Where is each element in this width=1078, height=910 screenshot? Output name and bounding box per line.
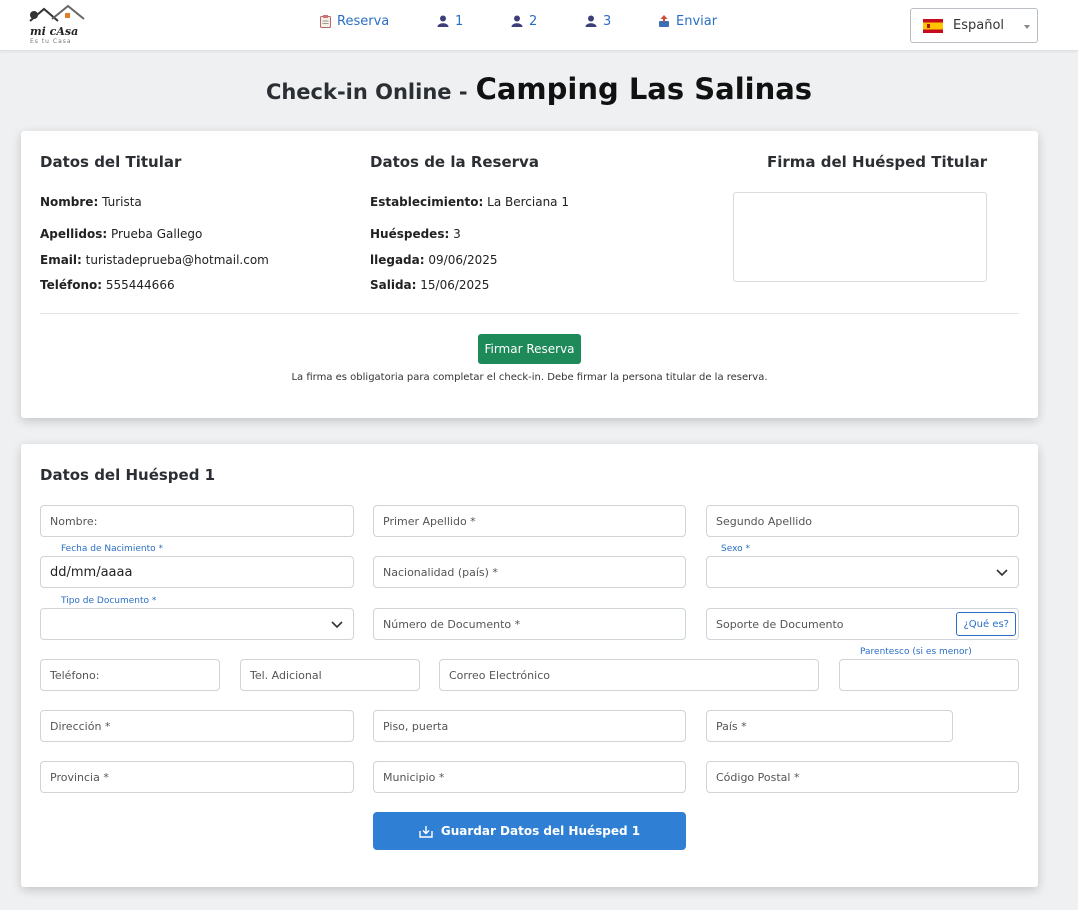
spain-flag-icon (923, 18, 943, 33)
tipo-documento-label: Tipo de Documento * (61, 596, 157, 606)
nav-reserva[interactable]: Reserva (320, 12, 389, 30)
title-camping-name: Camping Las Salinas (475, 72, 813, 106)
brand-logo[interactable]: mi cAsa Es tu Casa (28, 3, 92, 47)
codigo-postal-input[interactable]: Código Postal * (706, 761, 1019, 793)
guest-form-card: Datos del Huésped 1 Nombre: Primer Apell… (21, 444, 1038, 887)
correo-electronico-input[interactable]: Correo Electrónico (439, 659, 819, 691)
holder-section-title: Datos del Titular (40, 153, 182, 171)
parentesco-input[interactable] (839, 659, 1019, 691)
booking-llegada: llegada: 09/06/2025 (370, 253, 498, 267)
nombre-input[interactable]: Nombre: (40, 505, 354, 537)
sexo-label: Sexo * (721, 544, 751, 554)
booking-salida: Salida: 15/06/2025 (370, 278, 490, 292)
title-prefix: Check-in Online - (265, 80, 468, 104)
booking-establecimiento: Establecimiento: La Berciana 1 (370, 195, 569, 209)
numero-documento-input[interactable]: Número de Documento * (373, 608, 686, 640)
download-icon (419, 825, 433, 838)
booking-huespedes: Huéspedes: 3 (370, 227, 461, 241)
sexo-select[interactable] (706, 556, 1019, 588)
que-es-button[interactable]: ¿Qué es? (956, 612, 1016, 636)
parentesco-label: Parentesco (si es menor) (860, 647, 972, 657)
soporte-documento-placeholder: Soporte de Documento (716, 617, 844, 631)
tipo-documento-select[interactable] (40, 608, 354, 640)
soporte-documento-input[interactable]: Soporte de Documento ¿Qué es? (706, 608, 1019, 640)
navbar: mi cAsa Es tu Casa Reserva 1 2 3 Enviar (0, 0, 1078, 51)
language-value: Español (953, 18, 1005, 33)
logo-text: mi cAsa (30, 25, 79, 38)
tel-adicional-input[interactable]: Tel. Adicional (240, 659, 420, 691)
nacionalidad-input[interactable]: Nacionalidad (país) * (373, 556, 686, 588)
nav-enviar-label: Enviar (676, 13, 718, 29)
sign-reservation-button[interactable]: Firmar Reserva (478, 334, 581, 364)
holder-apellidos: Apellidos: Prueba Gallego (40, 227, 203, 241)
language-select[interactable]: Español (910, 8, 1038, 43)
holder-nombre: Nombre: Turista (40, 195, 142, 209)
holder-email: Email: turistadeprueba@hotmail.com (40, 253, 269, 267)
reservation-card: Datos del Titular Nombre: Turista Apelli… (21, 131, 1038, 418)
direccion-input[interactable]: Dirección * (40, 710, 354, 742)
nav-enviar[interactable]: Enviar (658, 12, 717, 30)
clipboard-icon (320, 14, 331, 28)
user-icon (511, 15, 523, 27)
send-icon (658, 14, 670, 28)
municipio-input[interactable]: Municipio * (373, 761, 686, 793)
nav-guest-2[interactable]: 2 (511, 12, 537, 30)
pais-input[interactable]: País * (706, 710, 953, 742)
guest-section-title: Datos del Huésped 1 (40, 466, 216, 484)
caret-down-icon (1024, 25, 1030, 29)
user-icon (437, 15, 449, 27)
nav-guest-1-label: 1 (455, 13, 464, 29)
signature-section-title: Firma del Huésped Titular (767, 153, 988, 171)
signature-pad[interactable] (733, 192, 987, 282)
nav-guest-2-label: 2 (529, 13, 538, 29)
telefono-input[interactable]: Teléfono: (40, 659, 220, 691)
booking-section-title: Datos de la Reserva (370, 153, 539, 171)
chevron-down-icon (331, 619, 343, 632)
house-logo-icon (29, 4, 85, 22)
nav-reserva-label: Reserva (337, 13, 390, 29)
page-title: Check-in Online - Camping Las Salinas (0, 72, 1078, 106)
user-icon (585, 15, 597, 27)
divider (40, 313, 1019, 314)
nav-guest-3-label: 3 (603, 13, 612, 29)
chevron-down-icon (996, 567, 1008, 580)
holder-telefono: Teléfono: 555444666 (40, 278, 175, 292)
save-guest-label: Guardar Datos del Huésped 1 (440, 824, 641, 838)
fecha-nacimiento-input[interactable]: dd/mm/aaaa (40, 556, 354, 588)
save-guest-button[interactable]: Guardar Datos del Huésped 1 (373, 812, 686, 850)
provincia-input[interactable]: Provincia * (40, 761, 354, 793)
piso-puerta-input[interactable]: Piso, puerta (373, 710, 686, 742)
primer-apellido-input[interactable]: Primer Apellido * (373, 505, 686, 537)
fecha-nacimiento-label: Fecha de Nacimiento * (61, 544, 163, 554)
nav-guest-1[interactable]: 1 (437, 12, 463, 30)
signature-note: La firma es obligatoria para completar e… (291, 372, 768, 383)
segundo-apellido-input[interactable]: Segundo Apellido (706, 505, 1019, 537)
logo-subtitle: Es tu Casa (30, 38, 72, 45)
nav-guest-3[interactable]: 3 (585, 12, 611, 30)
